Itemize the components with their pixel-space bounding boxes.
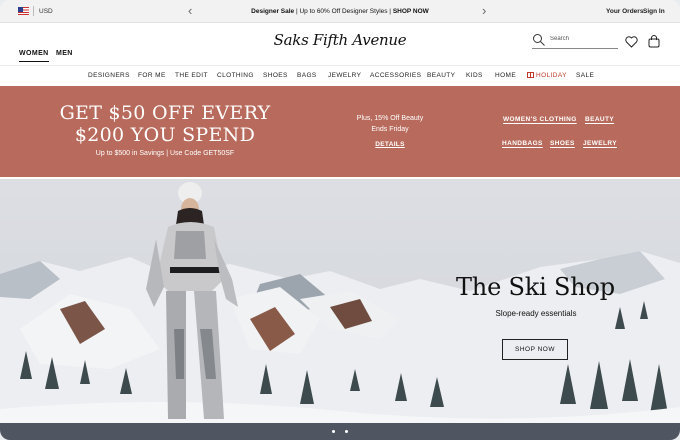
carousel-dot-1[interactable] [332, 430, 335, 433]
shop-link-shoes[interactable]: SHOES [550, 140, 575, 147]
tab-men[interactable]: MEN [56, 50, 73, 57]
nav-item-for-me[interactable]: FOR ME [138, 72, 166, 79]
beauty-promo-line-1: Plus, 15% Off Beauty [356, 115, 424, 122]
nav-item-clothing[interactable]: CLOTHING [217, 72, 254, 79]
hero-subtitle: Slope-ready essentials [495, 309, 577, 318]
nav-item-holiday-label: HOLIDAY [536, 72, 567, 79]
carousel-dot-2[interactable] [345, 430, 348, 433]
category-nav: DESIGNERS FOR ME THE EDIT CLOTHING SHOES… [0, 66, 680, 86]
nav-item-accessories[interactable]: ACCESSORIES [370, 72, 421, 79]
site-header: WOMEN MEN Saks Fifth Avenue [0, 23, 680, 66]
us-flag-icon[interactable] [18, 7, 29, 15]
promo-message-text: | Up to 60% Off Designer Styles | [294, 8, 393, 15]
search-input[interactable] [550, 36, 616, 42]
shop-now-button[interactable]: SHOP NOW [502, 339, 568, 360]
sale-banner-subtitle: Up to $500 in Savings | Use Code GET50SF [95, 150, 235, 157]
promo-strip: USD ‹ Designer Sale | Up to 60% Off Desi… [0, 0, 680, 23]
nav-item-holiday[interactable]: HOLIDAY [527, 72, 567, 79]
gift-icon [527, 72, 534, 78]
nav-item-bags[interactable]: BAGS [297, 72, 317, 79]
tab-women[interactable]: WOMEN [19, 50, 49, 62]
chevron-left-icon[interactable]: ‹ [188, 3, 192, 19]
page-frame: USD ‹ Designer Sale | Up to 60% Off Desi… [0, 0, 680, 440]
chevron-right-icon[interactable]: › [482, 3, 486, 19]
currency-selector[interactable]: USD [39, 8, 53, 15]
nav-item-jewelry[interactable]: JEWELRY [328, 72, 361, 79]
sale-banner[interactable]: GET $50 OFF EVERY $200 YOU SPEND Up to $… [0, 86, 680, 177]
shopping-bag-icon[interactable] [648, 35, 660, 48]
promo-shop-now-link[interactable]: SHOP NOW [393, 8, 429, 15]
details-link[interactable]: DETAILS [370, 141, 410, 148]
heart-icon[interactable] [625, 36, 638, 48]
promo-message-bold: Designer Sale [251, 8, 295, 15]
nav-item-designers[interactable]: DESIGNERS [88, 72, 130, 79]
sale-banner-title: GET $50 OFF EVERY $200 YOU SPEND [59, 102, 271, 146]
nav-item-the-edit[interactable]: THE EDIT [175, 72, 208, 79]
shop-link-jewelry[interactable]: JEWELRY [583, 140, 617, 147]
nav-item-shoes[interactable]: SHOES [263, 72, 288, 79]
shop-link-beauty[interactable]: BEAUTY [585, 116, 614, 123]
shop-link-handbags[interactable]: HANDBAGS [502, 140, 543, 147]
saks-logo[interactable]: Saks Fifth Avenue [270, 31, 410, 49]
nav-item-sale[interactable]: SALE [576, 72, 594, 79]
nav-item-beauty[interactable]: BEAUTY [427, 72, 455, 79]
hero-banner[interactable]: The Ski Shop Slope-ready essentials SHOP… [0, 179, 680, 440]
divider [33, 6, 34, 16]
your-orders-link[interactable]: Your Orders [606, 8, 643, 15]
nav-item-kids[interactable]: KIDS [466, 72, 483, 79]
search-bar[interactable] [532, 33, 618, 49]
sign-in-link[interactable]: Sign In [643, 8, 665, 15]
search-icon[interactable] [532, 33, 546, 47]
hero-title: The Ski Shop [456, 273, 615, 301]
shop-link-womens-clothing[interactable]: WOMEN'S CLOTHING [503, 116, 577, 123]
nav-item-home[interactable]: HOME [495, 72, 516, 79]
beauty-promo-line-2: Ends Friday [371, 126, 409, 133]
promo-message[interactable]: Designer Sale | Up to 60% Off Designer S… [220, 8, 460, 15]
